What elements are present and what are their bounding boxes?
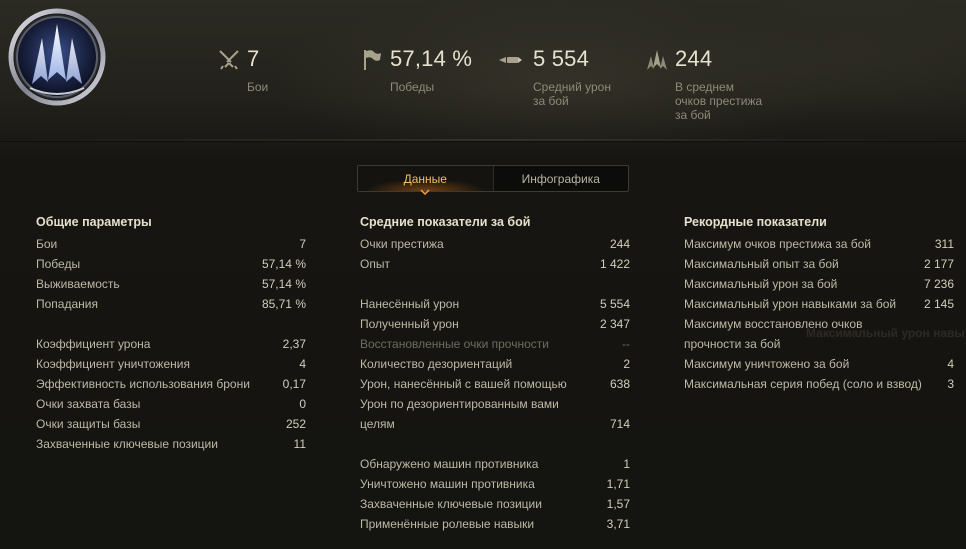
general-stats-column: Общие параметры Бои 7 Победы 57,14 % Выж… bbox=[36, 214, 306, 454]
avg-damage-label: Средний урон за бой bbox=[533, 80, 611, 108]
avg-prestige-label: В среднем очков престижа за бой bbox=[675, 80, 763, 122]
general-row-damage-ratio: Коэффициент урона 2,37 bbox=[36, 337, 306, 351]
rank-emblem-icon bbox=[8, 8, 106, 106]
summary-header: 7 Бои 57,14 % Победы 5 554 Средний урон … bbox=[0, 0, 966, 142]
avg-damage-value: 5 554 bbox=[533, 46, 590, 71]
avg-row-role-skills: Применённые ролевые навыки 3,71 bbox=[360, 517, 630, 531]
general-row-hits: Попадания 85,71 % bbox=[36, 297, 306, 311]
battles-label: Бои bbox=[247, 80, 269, 94]
average-stats-title: Средние показатели за бой bbox=[360, 215, 531, 229]
general-row-battles: Бои 7 bbox=[36, 237, 306, 251]
tab-data-label: Данные bbox=[403, 171, 447, 186]
avg-row-damage-dealt: Нанесённый урон 5 554 bbox=[360, 297, 630, 311]
victory-flag-icon bbox=[364, 50, 381, 70]
record-row-damage: Максимальный урон за бой 7 236 bbox=[684, 277, 954, 291]
record-row-experience: Максимальный опыт за бой 2 177 bbox=[684, 257, 954, 271]
prestige-chevron-icon bbox=[647, 50, 667, 70]
avg-row-stun-damage: Урон по дезориентированным вами целям 71… bbox=[360, 397, 630, 431]
average-stats-column: Средние показатели за бой Очки престижа … bbox=[360, 214, 630, 534]
records-title: Рекордные показатели bbox=[684, 215, 827, 229]
record-row-win-streak: Максимальная серия побед (соло и взвод) … bbox=[684, 377, 954, 391]
general-row-armor-efficiency: Эффективность использования брони 0,17 bbox=[36, 377, 306, 391]
record-row-skill-damage: Максимальный урон навыками за бой 2 145 bbox=[684, 297, 954, 311]
record-row-hp-restored: Максимум восстановлено очков прочности з… bbox=[684, 317, 863, 351]
avg-row-key-positions: Захваченные ключевые позиции 1,57 bbox=[360, 497, 630, 511]
general-row-capture-points: Очки захвата базы 0 bbox=[36, 397, 306, 411]
general-stats-title: Общие параметры bbox=[36, 215, 152, 229]
general-row-defense-points: Очки защиты базы 252 bbox=[36, 417, 306, 431]
avg-row-experience: Опыт 1 422 bbox=[360, 257, 630, 271]
player-statistics-page: 7 Бои 57,14 % Победы 5 554 Средний урон … bbox=[0, 0, 966, 549]
records-column: Рекордные показатели Максимум очков прес… bbox=[684, 214, 954, 394]
avg-prestige-value: 244 bbox=[675, 46, 713, 71]
avg-row-destroyed: Уничтожено машин противника 1,71 bbox=[360, 477, 630, 491]
view-tabs: Данные Инфографика bbox=[357, 165, 629, 195]
victories-label: Победы bbox=[390, 80, 435, 94]
crossed-swords-icon bbox=[219, 50, 239, 70]
general-row-survival: Выживаемость 57,14 % bbox=[36, 277, 306, 291]
tab-infographics-label: Инфографика bbox=[521, 171, 600, 186]
victories-value: 57,14 % bbox=[390, 46, 473, 71]
tab-infographics[interactable]: Инфографика bbox=[492, 166, 629, 191]
avg-row-damage-received: Полученный урон 2 347 bbox=[360, 317, 630, 331]
avg-row-stuns: Количество дезориентаций 2 bbox=[360, 357, 630, 371]
damage-shell-icon bbox=[499, 57, 522, 63]
battles-value: 7 bbox=[247, 46, 260, 71]
general-row-key-positions: Захваченные ключевые позиции 11 bbox=[36, 437, 306, 451]
general-row-kill-ratio: Коэффициент уничтожения 4 bbox=[36, 357, 306, 371]
record-row-prestige: Максимум очков престижа за бой 311 bbox=[684, 237, 954, 251]
avg-row-spotted: Обнаружено машин противника 1 bbox=[360, 457, 630, 471]
chevron-down-icon bbox=[420, 189, 430, 195]
record-row-kills: Максимум уничтожено за бой 4 bbox=[684, 357, 954, 371]
avg-row-hp-restored: Восстановленные очки прочности -- bbox=[360, 337, 630, 351]
general-row-victories: Победы 57,14 % bbox=[36, 257, 306, 271]
avg-row-prestige: Очки престижа 244 bbox=[360, 237, 630, 251]
avg-row-assist-damage: Урон, нанесённый с вашей помощью 638 bbox=[360, 377, 630, 391]
tab-data[interactable]: Данные bbox=[358, 166, 493, 195]
